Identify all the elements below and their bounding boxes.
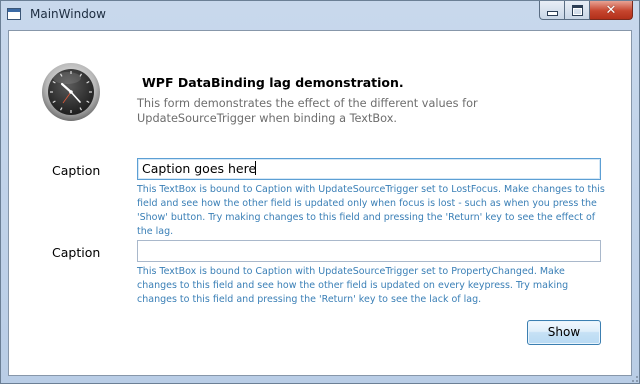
maximize-icon xyxy=(571,4,583,16)
show-button[interactable]: Show xyxy=(527,320,601,345)
main-window: MainWindow ✕ WPF DataBinding lag demonst… xyxy=(0,0,640,384)
caption-input-propertychanged[interactable] xyxy=(137,240,601,262)
caption-label-2: Caption xyxy=(52,245,101,260)
page-title: WPF DataBinding lag demonstration. xyxy=(142,75,404,90)
close-button[interactable]: ✕ xyxy=(590,1,633,20)
resize-grip-icon[interactable] xyxy=(627,371,639,383)
page-description: This form demonstrates the effect of the… xyxy=(137,97,478,125)
title-bar[interactable]: MainWindow ✕ xyxy=(1,1,639,29)
caption-input-lostfocus-value: Caption goes here xyxy=(142,161,257,176)
minimize-button[interactable] xyxy=(539,1,565,20)
text-caret xyxy=(255,161,257,175)
caption-label-1: Caption xyxy=(52,163,101,178)
caption-input-lostfocus[interactable]: Caption goes here xyxy=(137,158,601,180)
caption-buttons: ✕ xyxy=(539,1,633,21)
client-area: WPF DataBinding lag demonstration. This … xyxy=(8,30,632,376)
maximize-button[interactable] xyxy=(565,1,590,20)
minimize-icon xyxy=(546,10,558,16)
help-text-propertychanged: This TextBox is bound to Caption with Up… xyxy=(137,266,569,305)
help-text-lostfocus: This TextBox is bound to Caption with Up… xyxy=(137,184,605,237)
window-title: MainWindow xyxy=(30,7,106,21)
clock-icon xyxy=(42,63,100,121)
close-icon: ✕ xyxy=(605,2,617,18)
window-icon[interactable] xyxy=(7,8,21,20)
